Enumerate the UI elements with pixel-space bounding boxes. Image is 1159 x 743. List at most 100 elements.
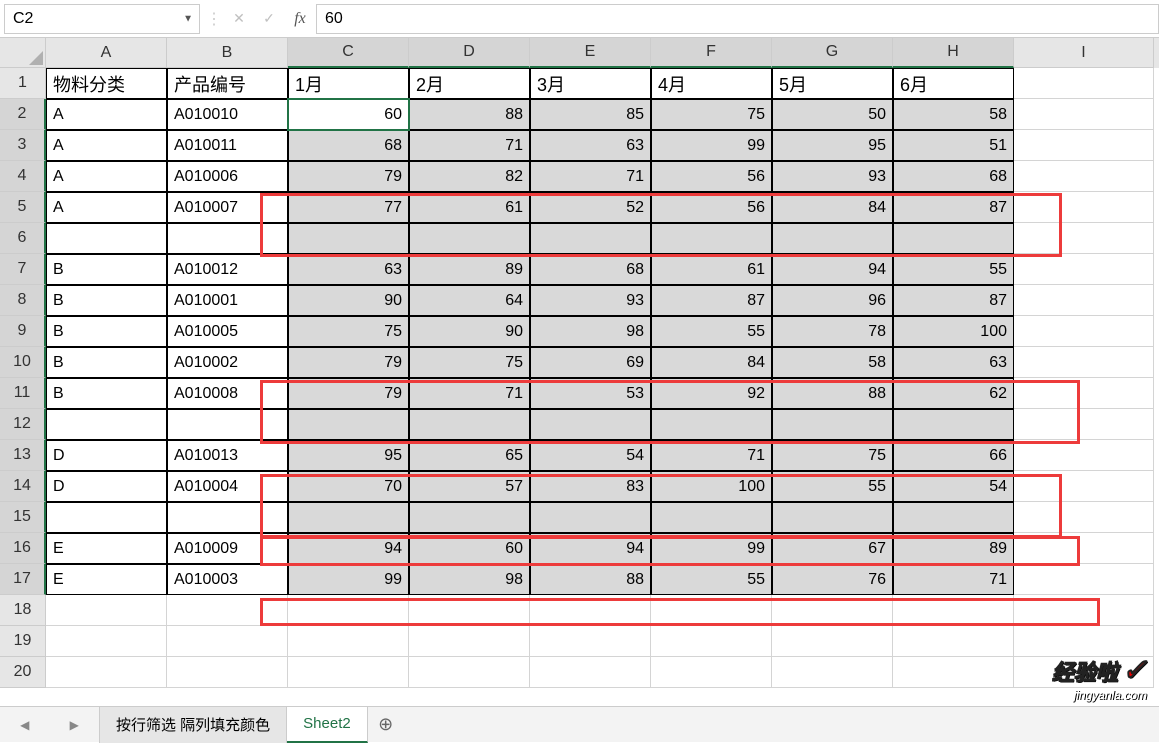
add-sheet-icon[interactable]: ⊕ (368, 714, 404, 735)
cell-G16[interactable]: 67 (772, 533, 893, 564)
cell-H14[interactable]: 54 (893, 471, 1014, 502)
cell-A9[interactable]: B (46, 316, 167, 347)
cell-F17[interactable]: 55 (651, 564, 772, 595)
column-header-G[interactable]: G (772, 38, 893, 68)
cell-G18[interactable] (772, 595, 893, 626)
cell-F8[interactable]: 87 (651, 285, 772, 316)
row-header-5[interactable]: 5 (0, 192, 46, 223)
cell-C14[interactable]: 70 (288, 471, 409, 502)
cell-I7[interactable] (1014, 254, 1154, 285)
cell-G8[interactable]: 96 (772, 285, 893, 316)
cell-D9[interactable]: 90 (409, 316, 530, 347)
cell-G7[interactable]: 94 (772, 254, 893, 285)
row-header-17[interactable]: 17 (0, 564, 46, 595)
column-header-H[interactable]: H (893, 38, 1014, 68)
select-all-corner[interactable] (0, 38, 46, 68)
cell-A2[interactable]: A (46, 99, 167, 130)
row-header-13[interactable]: 13 (0, 440, 46, 471)
row-header-4[interactable]: 4 (0, 161, 46, 192)
cell-A15[interactable] (46, 502, 167, 533)
cells-area[interactable]: 物料分类产品编号1月2月3月4月5月6月AA010010608885755058… (46, 68, 1159, 688)
cell-C13[interactable]: 95 (288, 440, 409, 471)
row-header-19[interactable]: 19 (0, 626, 46, 657)
cell-G10[interactable]: 58 (772, 347, 893, 378)
cell-H9[interactable]: 100 (893, 316, 1014, 347)
cell-G5[interactable]: 84 (772, 192, 893, 223)
cell-D16[interactable]: 60 (409, 533, 530, 564)
cell-B8[interactable]: A010001 (167, 285, 288, 316)
cell-B6[interactable] (167, 223, 288, 254)
cell-I10[interactable] (1014, 347, 1154, 378)
cell-I12[interactable] (1014, 409, 1154, 440)
cell-I15[interactable] (1014, 502, 1154, 533)
tab-sheet-2[interactable]: Sheet2 (287, 707, 368, 743)
cell-I13[interactable] (1014, 440, 1154, 471)
cell-H6[interactable] (893, 223, 1014, 254)
cell-F1[interactable]: 4月 (651, 68, 772, 99)
cell-F14[interactable]: 100 (651, 471, 772, 502)
cell-H16[interactable]: 89 (893, 533, 1014, 564)
cell-B19[interactable] (167, 626, 288, 657)
cell-E12[interactable] (530, 409, 651, 440)
cell-I19[interactable] (1014, 626, 1154, 657)
tab-nav-prev-icon[interactable]: ◀ (20, 718, 29, 732)
cell-G11[interactable]: 88 (772, 378, 893, 409)
cell-F12[interactable] (651, 409, 772, 440)
cell-F15[interactable] (651, 502, 772, 533)
cancel-icon[interactable]: ✕ (224, 4, 254, 34)
cell-D14[interactable]: 57 (409, 471, 530, 502)
cell-I8[interactable] (1014, 285, 1154, 316)
cell-I3[interactable] (1014, 130, 1154, 161)
cell-A11[interactable]: B (46, 378, 167, 409)
cell-F10[interactable]: 84 (651, 347, 772, 378)
cell-I4[interactable] (1014, 161, 1154, 192)
cell-C1[interactable]: 1月 (288, 68, 409, 99)
cell-B15[interactable] (167, 502, 288, 533)
cell-H19[interactable] (893, 626, 1014, 657)
row-header-8[interactable]: 8 (0, 285, 46, 316)
cell-E3[interactable]: 63 (530, 130, 651, 161)
cell-I17[interactable] (1014, 564, 1154, 595)
cell-A1[interactable]: 物料分类 (46, 68, 167, 99)
cell-E13[interactable]: 54 (530, 440, 651, 471)
cell-E16[interactable]: 94 (530, 533, 651, 564)
cell-D8[interactable]: 64 (409, 285, 530, 316)
cell-D20[interactable] (409, 657, 530, 688)
cell-A6[interactable] (46, 223, 167, 254)
column-header-C[interactable]: C (288, 38, 409, 68)
cell-I20[interactable] (1014, 657, 1154, 688)
cell-B11[interactable]: A010008 (167, 378, 288, 409)
cell-G1[interactable]: 5月 (772, 68, 893, 99)
cell-C6[interactable] (288, 223, 409, 254)
cell-F19[interactable] (651, 626, 772, 657)
cell-D10[interactable]: 75 (409, 347, 530, 378)
cell-E7[interactable]: 68 (530, 254, 651, 285)
cell-A7[interactable]: B (46, 254, 167, 285)
cell-B13[interactable]: A010013 (167, 440, 288, 471)
cell-E4[interactable]: 71 (530, 161, 651, 192)
cell-C15[interactable] (288, 502, 409, 533)
cell-B3[interactable]: A010011 (167, 130, 288, 161)
cell-H1[interactable]: 6月 (893, 68, 1014, 99)
cell-B5[interactable]: A010007 (167, 192, 288, 223)
cell-B18[interactable] (167, 595, 288, 626)
row-header-3[interactable]: 3 (0, 130, 46, 161)
check-icon[interactable]: ✓ (254, 4, 284, 34)
cell-E2[interactable]: 85 (530, 99, 651, 130)
cell-A20[interactable] (46, 657, 167, 688)
cell-G12[interactable] (772, 409, 893, 440)
cell-C4[interactable]: 79 (288, 161, 409, 192)
cell-D3[interactable]: 71 (409, 130, 530, 161)
row-header-14[interactable]: 14 (0, 471, 46, 502)
cell-G20[interactable] (772, 657, 893, 688)
cell-D7[interactable]: 89 (409, 254, 530, 285)
column-header-B[interactable]: B (167, 38, 288, 68)
cell-F18[interactable] (651, 595, 772, 626)
row-header-15[interactable]: 15 (0, 502, 46, 533)
cell-D5[interactable]: 61 (409, 192, 530, 223)
cell-H3[interactable]: 51 (893, 130, 1014, 161)
cell-E18[interactable] (530, 595, 651, 626)
cell-B9[interactable]: A010005 (167, 316, 288, 347)
cell-C16[interactable]: 94 (288, 533, 409, 564)
cell-A18[interactable] (46, 595, 167, 626)
